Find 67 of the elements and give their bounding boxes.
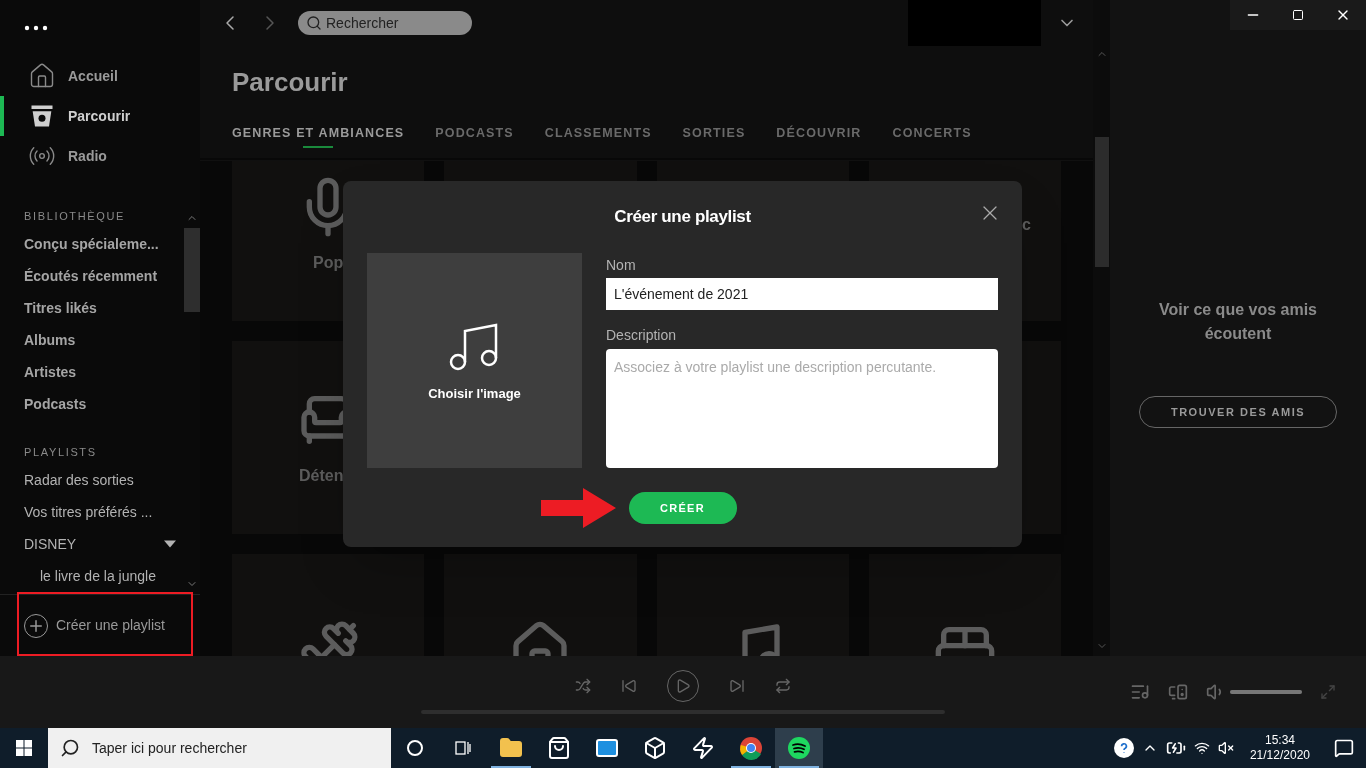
library-item[interactable]: Conçu spécialeme... xyxy=(24,233,159,255)
wifi-icon[interactable] xyxy=(1193,740,1210,756)
playlist-item[interactable]: Vos titres préférés ... xyxy=(24,501,153,523)
task-view-icon xyxy=(453,738,473,758)
section-heading: PLAYLISTS xyxy=(24,445,98,460)
tab[interactable]: SORTIES xyxy=(682,126,746,161)
previous-icon[interactable] xyxy=(621,678,637,694)
next-icon[interactable] xyxy=(729,678,745,694)
playlist-item[interactable]: DISNEY xyxy=(24,533,77,555)
mail-icon xyxy=(595,736,619,760)
section-heading: BIBLIOTHÈQUE xyxy=(24,209,127,224)
playlist-item[interactable]: le livre de la jungle xyxy=(40,565,156,587)
create-playlist-link[interactable]: Créer une playlist xyxy=(56,615,165,636)
chrome-icon xyxy=(739,736,763,760)
devices-icon[interactable] xyxy=(1168,682,1188,702)
taskbar-app[interactable] xyxy=(775,728,823,768)
notifications-icon[interactable] xyxy=(1334,738,1354,758)
expand-triangle-icon[interactable] xyxy=(164,540,176,548)
clock-date[interactable]: 21/12/2020 xyxy=(1249,748,1310,763)
library-item[interactable]: Artistes xyxy=(24,361,77,383)
help-icon[interactable] xyxy=(1113,738,1134,758)
field-label: Description xyxy=(606,326,678,345)
description-input[interactable]: Associez à votre playlist une description percutante. xyxy=(606,349,998,468)
tile-label: Pop xyxy=(313,252,344,273)
taskbar-search-field[interactable]: Taper ici pour rechercher xyxy=(48,728,391,768)
dialog-title: Créer une playlist xyxy=(614,206,751,229)
shuffle-icon[interactable] xyxy=(575,678,591,694)
tab[interactable]: CONCERTS xyxy=(892,126,972,161)
play-icon xyxy=(675,678,691,694)
library-item[interactable]: Podcasts xyxy=(24,393,87,415)
tile-label: c xyxy=(1022,214,1031,235)
clock-time[interactable]: 15:34 xyxy=(1264,733,1295,748)
folder-icon xyxy=(499,736,523,760)
library-item[interactable]: Titres likés xyxy=(24,297,97,319)
muted-speaker-icon[interactable] xyxy=(1217,740,1234,756)
maximize-icon[interactable] xyxy=(1292,9,1304,21)
library-item[interactable]: Écoutés récemment xyxy=(24,265,158,287)
bolt-icon xyxy=(691,736,715,760)
friends-message: Voir ce que vos amis écoutent xyxy=(1158,300,1318,344)
fullscreen-icon[interactable] xyxy=(1320,684,1336,700)
tab[interactable]: GENRES ET AMBIANCES xyxy=(232,126,405,161)
name-input[interactable]: L'événement de 2021 xyxy=(606,278,998,310)
queue-icon[interactable] xyxy=(1130,682,1150,702)
tile-label: Déten xyxy=(299,465,344,486)
home-icon xyxy=(28,62,56,90)
scrollbar-thumb[interactable] xyxy=(1094,137,1109,267)
page-title: Parcourir xyxy=(232,66,349,98)
nav-item[interactable]: Accueil xyxy=(0,56,200,96)
image-picker[interactable]: Choisir l'image xyxy=(367,253,582,468)
search-icon xyxy=(60,738,80,758)
scrollbar-thumb[interactable] xyxy=(184,228,200,312)
tab[interactable]: CLASSEMENTS xyxy=(544,126,652,161)
image-picker-label: Choisir l'image xyxy=(428,384,521,403)
tab[interactable]: PODCASTS xyxy=(435,126,514,161)
search-icon xyxy=(306,15,322,31)
shopping-bag-icon xyxy=(547,736,571,760)
repeat-icon[interactable] xyxy=(775,678,791,694)
field-label: Nom xyxy=(606,256,637,275)
tab[interactable]: DÉCOUVRIR xyxy=(776,126,862,161)
search-field[interactable]: Rechercher xyxy=(298,11,472,35)
volume-slider[interactable] xyxy=(1230,690,1302,694)
windows-logo-icon[interactable] xyxy=(16,740,32,756)
more-options-icon[interactable] xyxy=(24,24,48,32)
library-item[interactable]: Albums xyxy=(24,329,76,351)
spotify-icon xyxy=(787,736,811,760)
nav-item[interactable]: Radio xyxy=(0,136,200,176)
playlist-item[interactable]: Radar des sorties xyxy=(24,469,134,491)
